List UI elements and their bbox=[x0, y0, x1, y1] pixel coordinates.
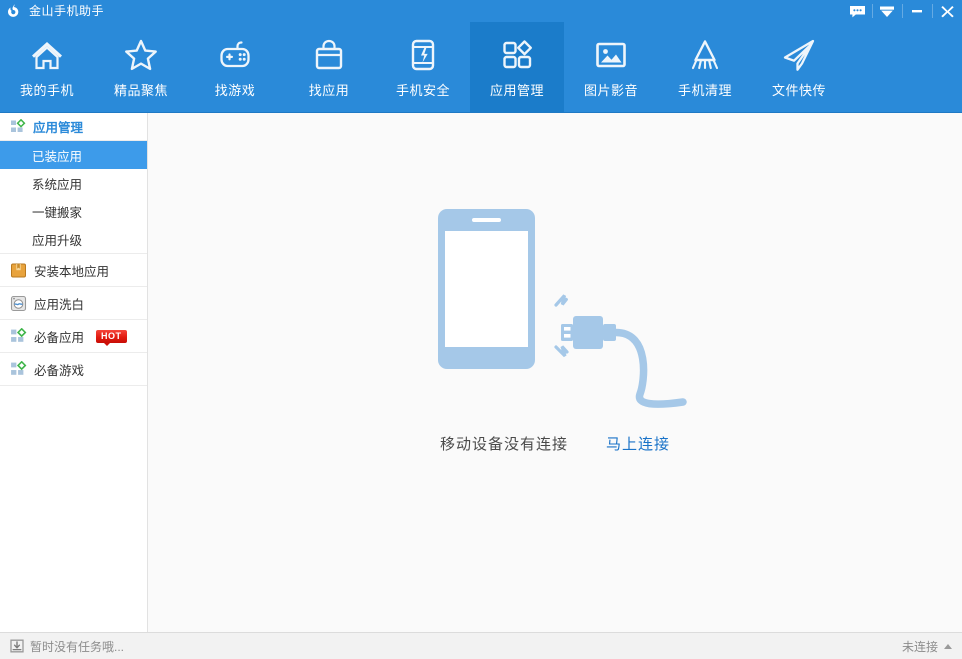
sidebar-item-one-key-move[interactable]: 一键搬家 bbox=[0, 197, 147, 225]
nav-item-media[interactable]: 图片影音 bbox=[564, 22, 658, 112]
nav-label: 手机清理 bbox=[677, 83, 732, 98]
sidebar-item-label: 必备游戏 bbox=[34, 363, 85, 378]
sidebar-item-install-local-app[interactable]: 安装本地应用 bbox=[0, 253, 147, 286]
sidebar-group-app-management[interactable]: 应用管理 bbox=[0, 113, 147, 141]
hot-badge: HOT bbox=[96, 329, 127, 346]
picture-icon bbox=[596, 42, 626, 68]
nav-label: 图片影音 bbox=[583, 83, 638, 98]
sidebar: 应用管理 已装应用 系统应用 一键搬家 应用升级 安装本地应用 应用洗白 必备应… bbox=[0, 113, 148, 632]
sidebar-item-installed-apps[interactable]: 已装应用 bbox=[0, 141, 147, 169]
sidebar-item-label: 安装本地应用 bbox=[34, 264, 110, 279]
nav-label: 找游戏 bbox=[214, 83, 256, 98]
app-grid-small-icon bbox=[11, 327, 27, 342]
minimize-icon bbox=[912, 10, 922, 13]
sidebar-item-app-upgrade[interactable]: 应用升级 bbox=[0, 225, 147, 253]
sidebar-item-system-apps[interactable]: 系统应用 bbox=[0, 169, 147, 197]
disconnected-phone-usb-illustration bbox=[405, 191, 705, 421]
connect-now-link[interactable]: 马上连接 bbox=[606, 433, 670, 454]
app-grid-small-icon bbox=[11, 118, 26, 132]
sidebar-group-title: 应用管理 bbox=[33, 121, 84, 135]
status-task-text: 暂时没有任务哦... bbox=[30, 639, 125, 654]
sidebar-filler bbox=[0, 385, 147, 632]
sidebar-item-label: 已装应用 bbox=[32, 149, 83, 164]
application-window: 金山手机助手 我的手机 精品聚焦 找游戏 找应用 手机安全 应用管理 图片影音 … bbox=[0, 0, 962, 659]
sidebar-item-label: 一键搬家 bbox=[32, 205, 83, 220]
status-connection-area[interactable]: 未连接 bbox=[902, 638, 952, 655]
shopping-bag-icon bbox=[315, 39, 343, 70]
gamepad-icon bbox=[220, 41, 250, 68]
main-navigation: 我的手机 精品聚焦 找游戏 找应用 手机安全 应用管理 图片影音 手机清理 文件… bbox=[0, 22, 962, 113]
sidebar-item-label: 系统应用 bbox=[32, 177, 83, 192]
window-title: 金山手机助手 bbox=[29, 4, 105, 18]
broom-icon bbox=[691, 40, 719, 70]
paper-plane-icon bbox=[783, 39, 815, 71]
nav-label: 文件快传 bbox=[771, 83, 826, 98]
nav-item-find-apps[interactable]: 找应用 bbox=[282, 22, 376, 112]
nav-label: 我的手机 bbox=[19, 83, 74, 98]
nav-label: 精品聚焦 bbox=[113, 83, 168, 98]
status-task-area[interactable]: 暂时没有任务哦... bbox=[10, 638, 124, 655]
package-box-icon bbox=[11, 263, 26, 277]
caret-up-icon[interactable] bbox=[944, 643, 952, 649]
status-bar: 暂时没有任务哦... 未连接 bbox=[0, 632, 962, 659]
phone-usb-svg bbox=[438, 209, 687, 408]
nav-item-app-management[interactable]: 应用管理 bbox=[470, 22, 564, 112]
body-area: 应用管理 已装应用 系统应用 一键搬家 应用升级 安装本地应用 应用洗白 必备应… bbox=[0, 113, 962, 632]
star-icon bbox=[125, 39, 157, 71]
phone-shield-icon bbox=[411, 39, 435, 71]
sidebar-item-label: 应用洗白 bbox=[34, 297, 85, 312]
nav-item-phone-cleanup[interactable]: 手机清理 bbox=[658, 22, 752, 112]
sidebar-item-essential-apps[interactable]: 必备应用 HOT bbox=[0, 319, 147, 352]
sidebar-item-label: 必备应用 bbox=[34, 330, 85, 345]
app-grid-small-icon bbox=[11, 360, 27, 375]
nav-item-featured[interactable]: 精品聚焦 bbox=[94, 22, 188, 112]
sidebar-item-essential-games[interactable]: 必备游戏 bbox=[0, 352, 147, 385]
empty-state-message: 移动设备没有连接 bbox=[439, 436, 568, 453]
close-icon bbox=[940, 5, 954, 17]
sidebar-item-app-whitening[interactable]: 应用洗白 bbox=[0, 286, 147, 319]
nav-label: 手机安全 bbox=[395, 83, 450, 98]
minimize-button[interactable] bbox=[902, 0, 932, 22]
nav-item-my-phone[interactable]: 我的手机 bbox=[0, 22, 94, 112]
app-grid-icon bbox=[503, 40, 532, 69]
empty-state-row: 移动设备没有连接 马上连接 bbox=[440, 433, 670, 454]
nav-label: 找应用 bbox=[308, 83, 350, 98]
status-connection-text: 未连接 bbox=[901, 639, 938, 654]
close-button[interactable] bbox=[932, 0, 962, 22]
downloads-button[interactable] bbox=[872, 0, 902, 22]
content-area: 移动设备没有连接 马上连接 bbox=[148, 113, 962, 632]
feedback-button[interactable] bbox=[842, 0, 872, 22]
washer-icon bbox=[10, 295, 27, 311]
nav-item-phone-security[interactable]: 手机安全 bbox=[376, 22, 470, 112]
window-controls bbox=[842, 0, 962, 22]
nav-item-file-transfer[interactable]: 文件快传 bbox=[752, 22, 846, 112]
sidebar-item-label: 应用升级 bbox=[32, 233, 83, 248]
nav-label: 应用管理 bbox=[489, 83, 544, 98]
download-arrow-icon bbox=[880, 6, 894, 17]
nav-item-find-games[interactable]: 找游戏 bbox=[188, 22, 282, 112]
kingsoft-logo-icon bbox=[8, 4, 19, 17]
message-bubble-icon bbox=[849, 5, 865, 17]
title-bar: 金山手机助手 bbox=[0, 0, 962, 22]
home-icon bbox=[32, 42, 62, 70]
download-tray-icon bbox=[10, 639, 24, 653]
